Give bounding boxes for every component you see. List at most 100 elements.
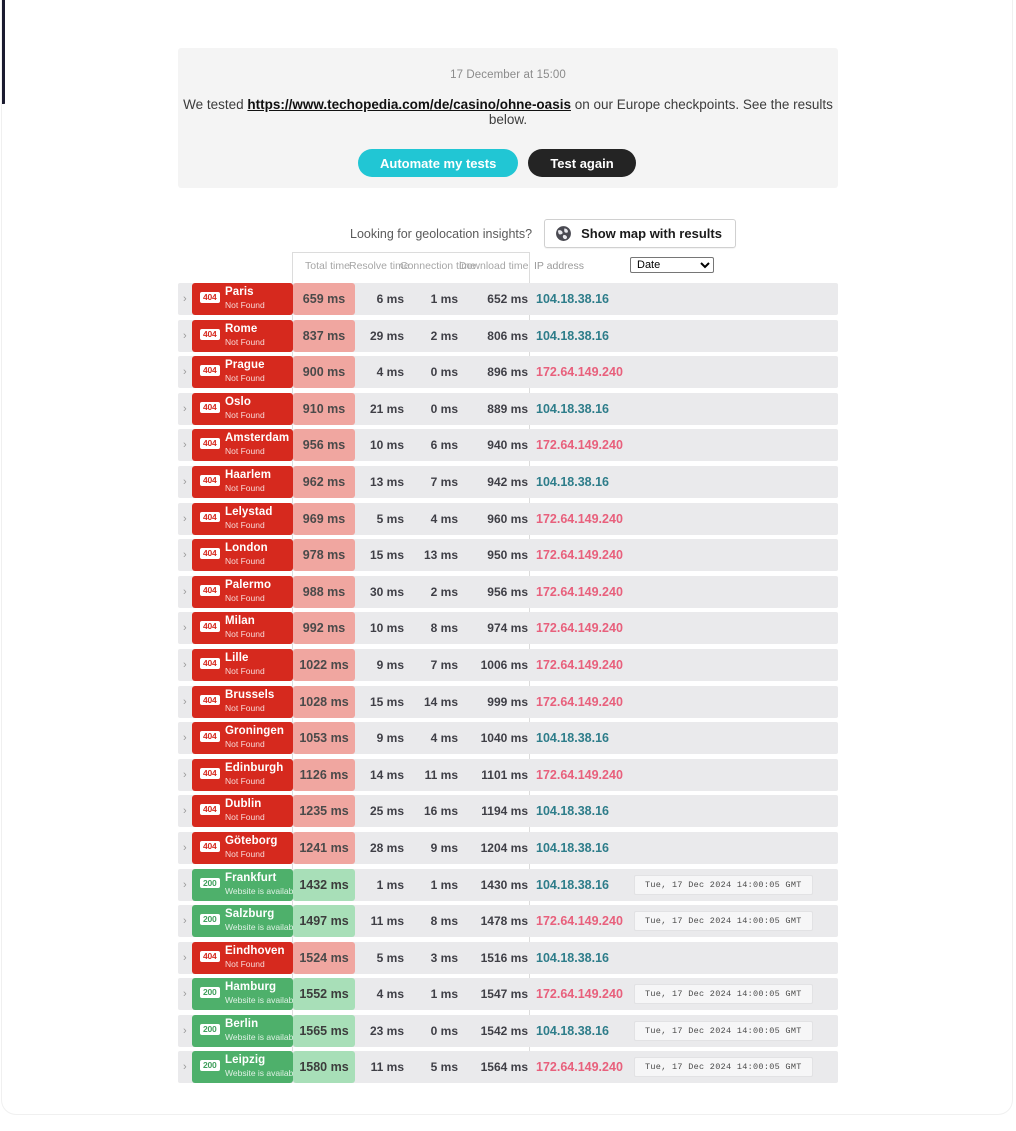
download-time-cell: 1040 ms <box>480 731 528 746</box>
connection-time-cell: 0 ms <box>430 365 458 380</box>
table-row[interactable]: › 404 Dublin Not Found 1235 ms 25 ms 16 ms 1194… <box>178 795 838 828</box>
expand-row-chevron-icon[interactable]: › <box>183 759 187 791</box>
ip-address-cell[interactable]: 104.18.38.16 <box>536 1015 609 1047</box>
ip-address-cell[interactable]: 172.64.149.240 <box>536 503 623 535</box>
download-time-cell: 1430 ms <box>480 877 528 892</box>
expand-row-chevron-icon[interactable]: › <box>183 283 187 315</box>
ip-address-cell[interactable]: 172.64.149.240 <box>536 759 623 791</box>
results-table: Total time Resolve time Connection time … <box>178 252 838 1088</box>
table-row[interactable]: › 404 Palermo Not Found 988 ms 30 ms 2 ms 956 m… <box>178 575 838 608</box>
status-code-badge: 200 <box>200 914 220 926</box>
table-row[interactable]: › 404 Milan Not Found 992 ms 10 ms 8 ms 974 ms 1… <box>178 612 838 645</box>
expand-row-chevron-icon[interactable]: › <box>183 1051 187 1083</box>
ip-address-cell[interactable]: 172.64.149.240 <box>536 905 623 937</box>
table-row[interactable]: › 200 Hamburg Website is available 1552 ms 4 … <box>178 978 838 1011</box>
ip-address-cell[interactable]: 104.18.38.16 <box>536 393 609 425</box>
expand-row-chevron-icon[interactable]: › <box>183 832 187 864</box>
download-time-cell: 1516 ms <box>480 950 528 965</box>
expand-row-chevron-icon[interactable]: › <box>183 539 187 571</box>
table-row[interactable]: › 200 Leipzig Website is available 1580 ms 11… <box>178 1051 838 1084</box>
table-row[interactable]: › 404 Rome Not Found 837 ms 29 ms 2 ms 806 ms 10… <box>178 319 838 352</box>
table-row[interactable]: › 404 Eindhoven Not Found 1524 ms 5 ms 3 ms 151… <box>178 941 838 974</box>
resolve-time-cell: 23 ms <box>369 1023 404 1038</box>
expand-row-chevron-icon[interactable]: › <box>183 393 187 425</box>
status-code-badge: 404 <box>200 474 220 486</box>
expand-row-chevron-icon[interactable]: › <box>183 795 187 827</box>
status-code-badge: 404 <box>200 438 220 450</box>
ip-address-cell[interactable]: 172.64.149.240 <box>536 429 623 461</box>
ip-address-cell[interactable]: 172.64.149.240 <box>536 649 623 681</box>
download-time-cell: 806 ms <box>487 328 528 343</box>
table-row[interactable]: › 404 Lille Not Found 1022 ms 9 ms 7 ms 1006 ms… <box>178 648 838 681</box>
checkpoint-status-bar: 404 Brussels Not Found <box>192 685 293 718</box>
expand-row-chevron-icon[interactable]: › <box>183 356 187 388</box>
expand-row-chevron-icon[interactable]: › <box>183 686 187 718</box>
tested-url-link[interactable]: https://www.techopedia.com/de/casino/ohn… <box>247 97 571 112</box>
checkpoint-status-text: Not Found <box>225 592 265 603</box>
expand-row-chevron-icon[interactable]: › <box>183 869 187 901</box>
ip-address-cell[interactable]: 172.64.149.240 <box>536 686 623 718</box>
table-row[interactable]: › 404 Haarlem Not Found 962 ms 13 ms 7 ms 942 m… <box>178 465 838 498</box>
table-row[interactable]: › 404 Lelystad Not Found 969 ms 5 ms 4 ms 960 m… <box>178 502 838 535</box>
table-row[interactable]: › 404 Prague Not Found 900 ms 4 ms 0 ms 896 ms 1… <box>178 356 838 389</box>
expand-row-chevron-icon[interactable]: › <box>183 722 187 754</box>
response-date-cell: Tue, 17 Dec 2024 14:00:05 GMT <box>634 984 813 1005</box>
expand-row-chevron-icon[interactable]: › <box>183 576 187 608</box>
ip-address-cell[interactable]: 104.18.38.16 <box>536 283 609 315</box>
ip-address-cell[interactable]: 104.18.38.16 <box>536 942 609 974</box>
ip-address-cell[interactable]: 104.18.38.16 <box>536 795 609 827</box>
download-time-cell: 896 ms <box>487 365 528 380</box>
expand-row-chevron-icon[interactable]: › <box>183 429 187 461</box>
table-row[interactable]: › 200 Frankfurt Website is available 1432 ms… <box>178 868 838 901</box>
table-row[interactable]: › 200 Berlin Website is available 1565 ms 23 … <box>178 1014 838 1047</box>
table-row[interactable]: › 404 Edinburgh Not Found 1126 ms 14 ms 11 ms 1… <box>178 758 838 791</box>
expand-row-chevron-icon[interactable]: › <box>183 942 187 974</box>
checkpoint-status-bar: 404 Prague Not Found <box>192 356 293 389</box>
ip-address-cell[interactable]: 104.18.38.16 <box>536 722 609 754</box>
total-time-cell: 1028 ms <box>293 685 355 718</box>
expand-row-chevron-icon[interactable]: › <box>183 1015 187 1047</box>
checkpoint-status-bar: 404 Haarlem Not Found <box>192 465 293 498</box>
table-row[interactable]: › 404 Brussels Not Found 1028 ms 15 ms 14 ms 99… <box>178 685 838 718</box>
sort-by-select[interactable]: DateTotal timeResolve timeConnection tim… <box>630 257 714 273</box>
resolve-time-cell: 9 ms <box>376 657 404 672</box>
download-time-cell: 999 ms <box>487 694 528 709</box>
ip-address-cell[interactable]: 104.18.38.16 <box>536 832 609 864</box>
expand-row-chevron-icon[interactable]: › <box>183 612 187 644</box>
expand-row-chevron-icon[interactable]: › <box>183 320 187 352</box>
expand-row-chevron-icon[interactable]: › <box>183 905 187 937</box>
automate-my-tests-button[interactable]: Automate my tests <box>358 149 519 177</box>
test-again-button[interactable]: Test again <box>528 149 636 177</box>
checkpoint-status-bar: 404 Oslo Not Found <box>192 392 293 425</box>
checkpoint-status-text: Not Found <box>225 702 265 713</box>
resolve-time-cell: 9 ms <box>376 731 404 746</box>
connection-time-cell: 1 ms <box>430 987 458 1002</box>
table-row[interactable]: › 404 Groningen Not Found 1053 ms 9 ms 4 ms 104… <box>178 722 838 755</box>
table-row[interactable]: › 200 Salzburg Website is available 1497 ms 1… <box>178 905 838 938</box>
expand-row-chevron-icon[interactable]: › <box>183 503 187 535</box>
table-row[interactable]: › 404 Paris Not Found 659 ms 6 ms 1 ms 652 ms 10… <box>178 283 838 315</box>
ip-address-cell[interactable]: 172.64.149.240 <box>536 1051 623 1083</box>
table-row[interactable]: › 404 Amsterdam Not Found 956 ms 10 ms 6 ms 940… <box>178 429 838 462</box>
checkpoint-status-text: Not Found <box>225 812 265 823</box>
expand-row-chevron-icon[interactable]: › <box>183 978 187 1010</box>
checkpoint-status-text: Not Found <box>225 300 265 310</box>
ip-address-cell[interactable]: 104.18.38.16 <box>536 320 609 352</box>
ip-address-cell[interactable]: 104.18.38.16 <box>536 869 609 901</box>
table-row[interactable]: › 404 Göteborg Not Found 1241 ms 28 ms 9 ms 120… <box>178 831 838 864</box>
ip-address-cell[interactable]: 172.64.149.240 <box>536 576 623 608</box>
ip-address-cell[interactable]: 172.64.149.240 <box>536 612 623 644</box>
show-map-with-results-button[interactable]: Show map with results <box>544 219 736 248</box>
connection-time-cell: 4 ms <box>430 731 458 746</box>
ip-address-cell[interactable]: 104.18.38.16 <box>536 466 609 498</box>
expand-row-chevron-icon[interactable]: › <box>183 649 187 681</box>
table-row[interactable]: › 404 Oslo Not Found 910 ms 21 ms 0 ms 889 ms 10… <box>178 392 838 425</box>
expand-row-chevron-icon[interactable]: › <box>183 466 187 498</box>
ip-address-cell[interactable]: 172.64.149.240 <box>536 356 623 388</box>
geolocation-row: Looking for geolocation insights? Show m… <box>350 219 736 248</box>
ip-address-cell[interactable]: 172.64.149.240 <box>536 978 623 1010</box>
status-code-badge: 404 <box>200 694 220 706</box>
table-row[interactable]: › 404 London Not Found 978 ms 15 ms 13 ms 950 m… <box>178 539 838 572</box>
checkpoint-status-bar: 404 Rome Not Found <box>192 319 293 352</box>
ip-address-cell[interactable]: 172.64.149.240 <box>536 539 623 571</box>
